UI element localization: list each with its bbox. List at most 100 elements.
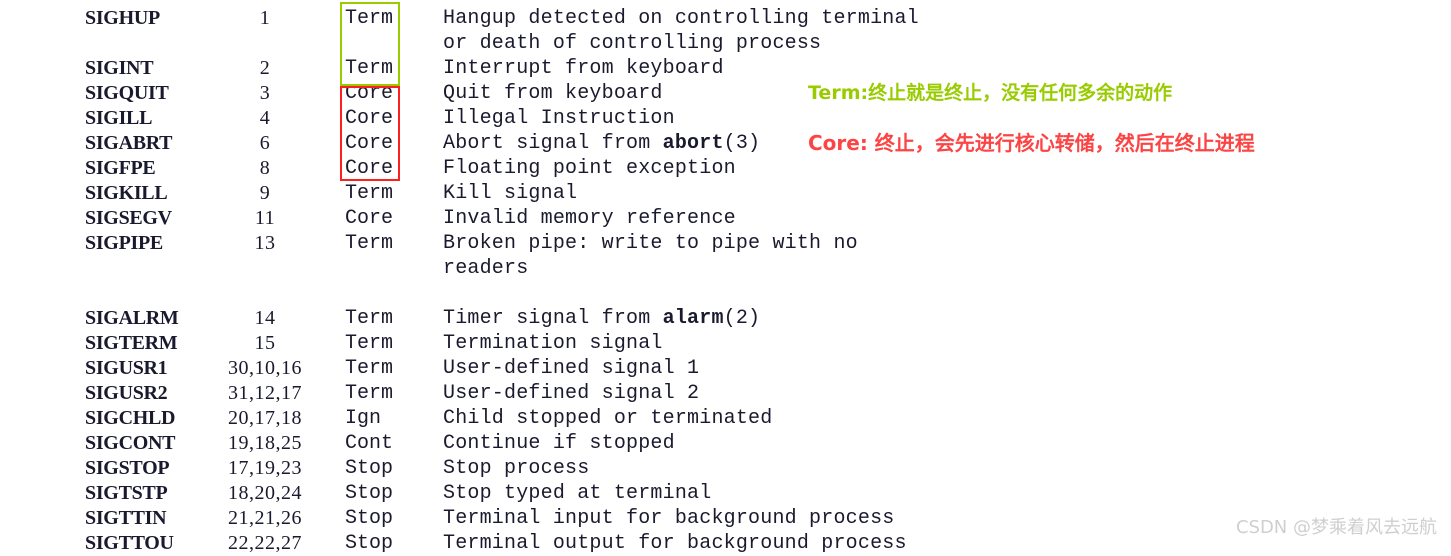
signal-action-cell: Ign — [345, 407, 382, 430]
signal-description-cell: Terminal input for background process — [443, 507, 895, 530]
signal-action-cell: Term — [345, 307, 394, 330]
signal-description-cell: Child stopped or terminated — [443, 407, 773, 430]
table-row: SIGCONT 19,18,25 Cont Continue if stopped — [85, 431, 919, 456]
core-annotation: Core: 终止，会先进行核心转储，然后在终止进程 — [808, 131, 1255, 155]
table-row: SIGFPE 8 Core Floating point exception — [85, 156, 919, 181]
signal-name-cell: SIGTTOU — [85, 532, 174, 554]
signal-action-cell: Core — [345, 207, 394, 230]
signal-name-cell: SIGFPE — [85, 157, 156, 179]
table-row: SIGSEGV 11 Core Invalid memory reference — [85, 206, 919, 231]
table-row: SIGKILL 9 Term Kill signal — [85, 181, 919, 206]
signal-name-cell: SIGSTOP — [85, 457, 170, 479]
signal-number-cell: 15 — [254, 332, 276, 354]
signal-name-cell: SIGQUIT — [85, 82, 169, 104]
signal-description-cell: User-defined signal 2 — [443, 382, 700, 405]
signal-number-cell: 19,18,25 — [228, 432, 302, 454]
signal-description-cell: User-defined signal 1 — [443, 357, 700, 380]
table-row: SIGINT 2 Term Interrupt from keyboard — [85, 56, 919, 81]
signal-action-cell: Core — [345, 157, 394, 180]
signal-name-cell: SIGILL — [85, 107, 153, 129]
signal-description-cell: readers — [443, 257, 529, 280]
signal-description-cell: or death of controlling process — [443, 32, 822, 55]
signal-number-cell: 9 — [259, 182, 271, 204]
signal-name-cell: SIGABRT — [85, 132, 173, 154]
signal-action-cell: Core — [345, 107, 394, 130]
signal-name-cell: SIGTTIN — [85, 507, 167, 529]
signal-action-cell: Term — [345, 357, 394, 380]
signal-name-cell: SIGTERM — [85, 332, 178, 354]
signal-description-cell: Terminal output for background process — [443, 532, 907, 555]
signal-action-cell: Stop — [345, 457, 394, 480]
signal-action-cell — [345, 31, 443, 56]
signal-action-cell: Cont — [345, 432, 394, 455]
signal-description-cell: Stop typed at terminal — [443, 482, 712, 505]
signal-number-cell: 20,17,18 — [228, 407, 302, 429]
signal-description-cell: Floating point exception — [443, 157, 736, 180]
table-row: SIGUSR2 31,12,17 Term User-defined signal 2 — [85, 381, 919, 406]
signal-description-cell: Invalid memory reference — [443, 207, 736, 230]
signal-description-cell: Broken pipe: write to pipe with no — [443, 232, 858, 255]
signal-name-cell: SIGCHLD — [85, 407, 176, 429]
signal-name-cell: SIGSEGV — [85, 207, 172, 229]
signal-description-cell: Continue if stopped — [443, 432, 675, 455]
table-row: SIGTTIN 21,21,26 Stop Terminal input for ba… — [85, 506, 919, 531]
signal-name-cell: SIGALRM — [85, 307, 179, 329]
table-row: SIGHUP 1 Term Hangup detected on controllin… — [85, 6, 919, 31]
signal-number-cell: 1 — [259, 7, 271, 29]
signal-number-cell: 4 — [259, 107, 271, 129]
description-emphasis: alarm — [662, 307, 724, 330]
signal-action-cell: Term — [345, 382, 394, 405]
signal-name-cell — [85, 256, 185, 281]
signal-description-cell: Timer signal from alarm(2) — [443, 307, 761, 330]
signal-description-cell: Stop process — [443, 457, 590, 480]
signal-number-cell: 3 — [259, 82, 271, 104]
signal-number-cell: 13 — [254, 232, 276, 254]
term-annotation: Term:终止就是终止，没有任何多余的动作 — [808, 82, 1173, 104]
signal-number-cell: 30,10,16 — [228, 357, 302, 379]
signal-action-cell: Term — [345, 232, 394, 255]
signal-action-cell: Term — [345, 182, 394, 205]
signal-number-cell: 6 — [259, 132, 271, 154]
table-row — [85, 281, 919, 306]
signal-number-cell: 22,22,27 — [228, 532, 302, 554]
table-row: SIGUSR1 30,10,16 Term User-defined signal 1 — [85, 356, 919, 381]
signal-action-cell: Term — [345, 57, 394, 80]
signal-name-cell: SIGHUP — [85, 7, 160, 29]
table-row: SIGABRT 6 Core Abort signal from abort(3) — [85, 131, 919, 156]
table-row: SIGCHLD 20,17,18 Ign Child stopped or termi… — [85, 406, 919, 431]
signal-action-cell: Term — [345, 7, 394, 30]
table-row: SIGTTOU 22,22,27 Stop Terminal output for b… — [85, 531, 919, 556]
signal-number-cell: 21,21,26 — [228, 507, 302, 529]
signal-number-cell: 18,20,24 — [228, 482, 302, 504]
signal-number-cell — [185, 31, 345, 56]
signal-action-cell: Core — [345, 82, 394, 105]
signal-description-cell: Kill signal — [443, 182, 578, 205]
table-row: SIGTSTP 18,20,24 Stop Stop typed at termina… — [85, 481, 919, 506]
table-row: SIGTERM 15 Term Termination signal — [85, 331, 919, 356]
signal-description-cell — [443, 281, 919, 306]
signal-name-cell: SIGINT — [85, 57, 154, 79]
signal-name-cell — [85, 31, 185, 56]
signal-name-cell: SIGCONT — [85, 432, 176, 454]
table-row: SIGSTOP 17,19,23 Stop Stop process — [85, 456, 919, 481]
signal-description-cell: Termination signal — [443, 332, 663, 355]
signal-number-cell: 17,19,23 — [228, 457, 302, 479]
signal-action-cell: Core — [345, 132, 394, 155]
signal-number-cell: 31,12,17 — [228, 382, 302, 404]
signal-table-body: SIGHUP 1 Term Hangup detected on controllin… — [85, 6, 919, 556]
csdn-watermark: CSDN @梦乘着风去远航 — [1235, 517, 1437, 538]
table-row: SIGILL 4 Core Illegal Instruction — [85, 106, 919, 131]
signal-action-cell: Stop — [345, 507, 394, 530]
signal-number-cell: 11 — [254, 207, 276, 229]
signal-number-cell: 2 — [259, 57, 271, 79]
table-row: SIGALRM 14 Term Timer signal from alarm(2) — [85, 306, 919, 331]
signal-table: SIGHUP 1 Term Hangup detected on controllin… — [85, 6, 919, 556]
signal-name-cell — [85, 281, 185, 306]
signal-name-cell: SIGUSR2 — [85, 382, 168, 404]
signal-number-cell — [185, 256, 345, 281]
signal-action-cell — [345, 256, 443, 281]
signal-action-cell: Stop — [345, 532, 394, 555]
signal-reference-sheet: SIGHUP 1 Term Hangup detected on controllin… — [0, 0, 1451, 555]
signal-number-cell — [185, 281, 345, 306]
table-row: readers — [85, 256, 919, 281]
